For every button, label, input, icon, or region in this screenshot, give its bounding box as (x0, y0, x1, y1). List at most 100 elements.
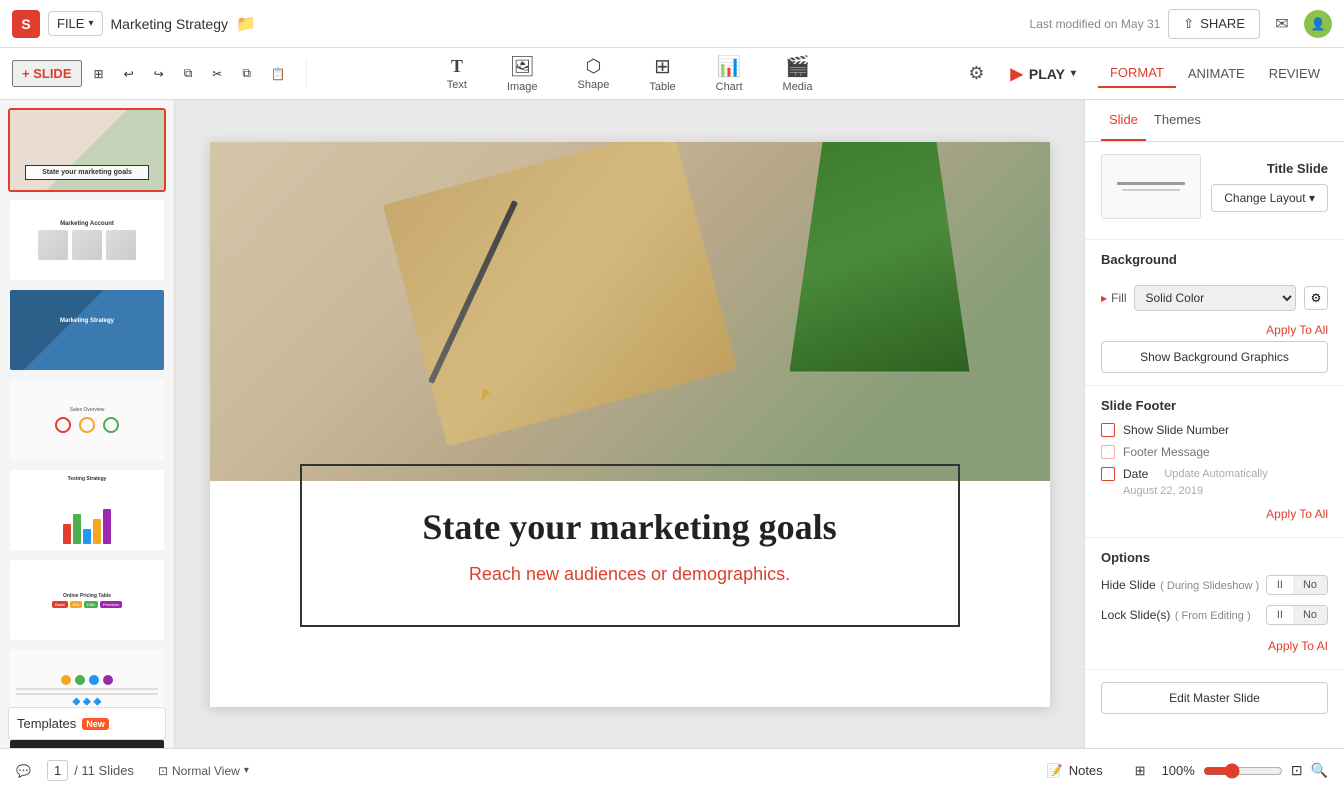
apply-to-ai-label: Apply To AI (1268, 639, 1328, 653)
slide-thumbnail-3[interactable]: 3 Marketing Strategy (8, 288, 166, 372)
play-label: PLAY (1029, 66, 1065, 82)
chart-tool[interactable]: 📊 Chart (708, 50, 751, 97)
date-row: Date Update Automatically (1101, 467, 1328, 481)
apply-to-all-bg-button[interactable]: Apply To All (1101, 319, 1328, 341)
shape-icon: ⬡ (586, 56, 602, 77)
date-note: August 22, 2019 (1101, 485, 1328, 497)
slide-thumbnail-6[interactable]: 6 Online Pricing Table Basic Pro Elite P… (8, 558, 166, 642)
right-panel: Slide Themes Title Slide Change Layout ▾ (1084, 100, 1344, 748)
redo-button[interactable]: ↪ (146, 63, 172, 85)
templates-button[interactable]: Templates New (8, 707, 166, 740)
chart-label: Chart (716, 81, 743, 93)
media-icon: 🎬 (785, 54, 810, 79)
footer-message-input[interactable] (1123, 445, 1328, 459)
layout-thumbnail (1101, 154, 1201, 219)
comment-button[interactable]: 💬 (16, 764, 31, 778)
slide-thumbnail-5[interactable]: 5 Testing Strategy (8, 468, 166, 552)
paste-button[interactable]: 📋 (263, 63, 294, 85)
slide-thumbnail-2[interactable]: 2 Marketing Account (8, 198, 166, 282)
date-auto-label: Update Automatically (1164, 468, 1267, 480)
duplicate-button[interactable]: ⧉ (176, 62, 201, 85)
show-bg-graphics-label: Show Background Graphics (1140, 350, 1289, 364)
date-label: Date (1123, 467, 1148, 481)
cut-button[interactable]: ✂ (204, 63, 230, 85)
app-logo: S (12, 10, 40, 38)
apply-to-all-footer-button[interactable]: Apply To All (1101, 503, 1328, 525)
image-tool[interactable]: 🖼 Image (499, 50, 546, 97)
grid-view-button[interactable]: ⊞ (1135, 763, 1146, 779)
page-total: / 11 Slides (74, 763, 134, 778)
lock-slide-toggle-ii[interactable]: II (1267, 606, 1293, 624)
toolbar-right-section: ⚙ ▶ PLAY ▾ FORMAT ANIMATE REVIEW (952, 58, 1344, 90)
share-button[interactable]: ⇧ SHARE (1168, 9, 1260, 39)
text-tool[interactable]: T Text (439, 52, 475, 95)
fill-settings-icon[interactable]: ⚙ (1304, 286, 1328, 310)
footer-message-checkbox[interactable] (1101, 445, 1115, 459)
zoom-fit-icon[interactable]: ⊡ (1291, 762, 1303, 779)
slide-canvas[interactable]: State your marketing goals Reach new aud… (210, 142, 1050, 707)
media-tool[interactable]: 🎬 Media (775, 50, 821, 97)
lock-slide-toggle-no[interactable]: No (1293, 606, 1327, 624)
file-menu-button[interactable]: FILE ▾ (48, 11, 103, 36)
hide-slide-toggle[interactable]: II No (1266, 575, 1328, 595)
page-current[interactable]: 1 (47, 760, 68, 781)
hide-slide-toggle-no[interactable]: No (1293, 576, 1327, 594)
toolbar-center-section: T Text 🖼 Image ⬡ Shape ⊞ Table 📊 Chart 🎬… (307, 50, 953, 97)
footer-message-row (1101, 445, 1328, 459)
show-background-graphics-button[interactable]: Show Background Graphics (1101, 341, 1328, 373)
slide-thumbnail-4[interactable]: 4 Sales Overview (8, 378, 166, 462)
edit-master-slide-button[interactable]: Edit Master Slide (1101, 682, 1328, 714)
fill-type-select[interactable]: Solid Color Gradient Image None (1134, 285, 1296, 311)
fill-label: ▶ Fill (1101, 291, 1126, 305)
slide-thumb-img-1: State your marketing goals (10, 110, 164, 190)
tab-review[interactable]: REVIEW (1257, 59, 1332, 88)
image-icon: 🖼 (510, 54, 535, 79)
add-slide-button[interactable]: + SLIDE (12, 60, 82, 87)
table-tool[interactable]: ⊞ Table (641, 50, 683, 97)
lock-slide-toggle[interactable]: II No (1266, 605, 1328, 625)
notes-button[interactable]: 📝 Notes (1047, 763, 1103, 779)
last-modified-text: Last modified on May 31 (1030, 17, 1161, 31)
copy-button[interactable]: ⧉ (234, 62, 259, 85)
slide-thumbnail-1[interactable]: 1 State your marketing goals (8, 108, 166, 192)
table-icon: ⊞ (654, 54, 671, 79)
comment-icon: 💬 (16, 764, 31, 778)
tab-format[interactable]: FORMAT (1098, 59, 1176, 88)
media-label: Media (783, 81, 813, 93)
apply-to-all-footer-label: Apply To All (1266, 507, 1328, 521)
page-indicator: 1 / 11 Slides (47, 760, 134, 781)
apply-to-ai-button[interactable]: Apply To AI (1101, 635, 1328, 657)
pencil-tip (477, 388, 489, 402)
show-slide-number-row: Show Slide Number (1101, 423, 1328, 437)
show-slide-number-checkbox[interactable] (1101, 423, 1115, 437)
play-button[interactable]: ▶ PLAY ▾ (997, 58, 1090, 90)
background-section: Background ▶ Fill Solid Color Gradient I… (1085, 240, 1344, 386)
text-label: Text (447, 79, 467, 91)
tab-slide[interactable]: Slide (1101, 100, 1146, 141)
tab-animate[interactable]: ANIMATE (1176, 59, 1257, 88)
date-checkbox[interactable] (1101, 467, 1115, 481)
text-icon: T (451, 56, 463, 77)
view-mode-button[interactable]: ⊡ Normal View ▾ (150, 760, 257, 782)
change-layout-button[interactable]: Change Layout ▾ (1211, 184, 1328, 212)
hide-slide-toggle-ii[interactable]: II (1267, 576, 1293, 594)
undo-button[interactable]: ↩ (116, 63, 142, 85)
templates-label: Templates (17, 716, 76, 731)
zoom-out-icon[interactable]: 🔍 (1311, 762, 1328, 779)
avatar: 👤 (1304, 10, 1332, 38)
table-label: Table (649, 81, 675, 93)
zoom-slider[interactable] (1203, 763, 1283, 779)
options-section-title: Options (1101, 550, 1328, 565)
slide-thumb-img-2: Marketing Account (10, 200, 164, 280)
zoom-controls: 100% ⊡ 🔍 (1162, 762, 1328, 779)
settings-icon[interactable]: ⚙ (964, 59, 988, 88)
slide-content-box[interactable]: State your marketing goals Reach new aud… (300, 464, 960, 627)
lock-slide-sub: ( From Editing ) (1175, 610, 1251, 622)
show-slide-number-label: Show Slide Number (1123, 423, 1229, 437)
shape-tool[interactable]: ⬡ Shape (570, 52, 618, 95)
view-label: Normal View (172, 764, 240, 778)
layout-view-button[interactable]: ⊞ (86, 63, 112, 85)
panel-tabs: Slide Themes (1085, 100, 1344, 142)
tab-themes[interactable]: Themes (1146, 100, 1209, 141)
messages-icon[interactable]: ✉ (1268, 10, 1296, 38)
